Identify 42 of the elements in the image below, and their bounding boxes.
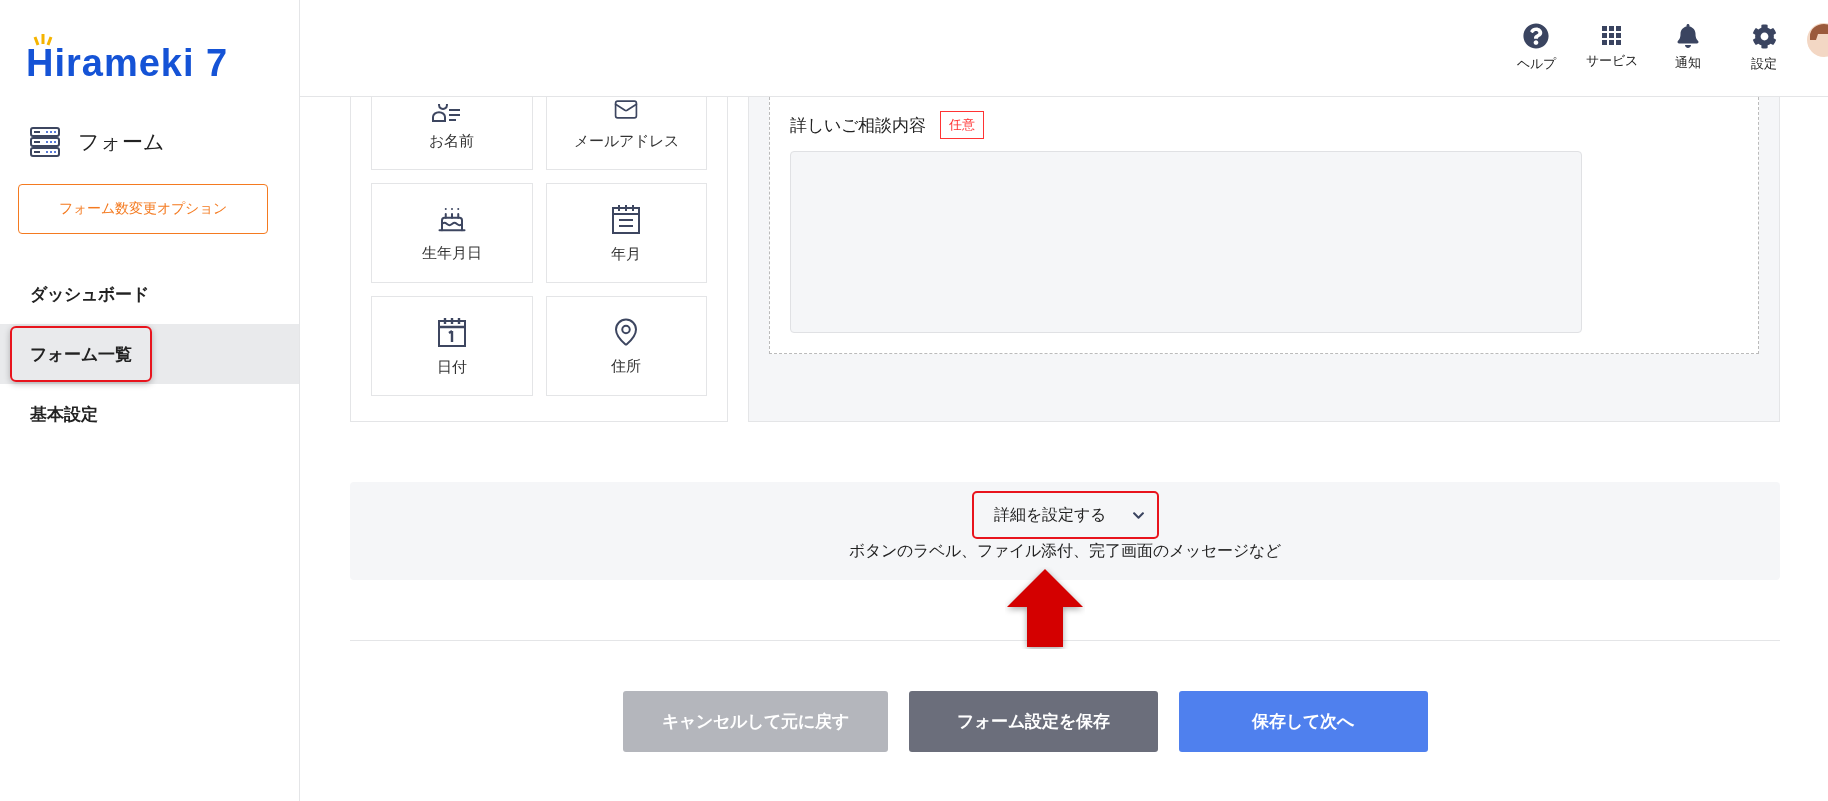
- section-title: フォーム: [78, 129, 165, 156]
- details-hint: ボタンのラベル、ファイル添付、完了画面のメッセージなど: [849, 541, 1281, 562]
- tile-label: 日付: [436, 357, 467, 377]
- textarea-field[interactable]: [790, 151, 1582, 333]
- header-button[interactable]: 設定: [1726, 23, 1802, 73]
- header-button[interactable]: サービス: [1574, 26, 1650, 70]
- header-button[interactable]: ヘルプ: [1498, 23, 1574, 73]
- settings-icon: [1751, 23, 1777, 49]
- header-label: 通知: [1675, 54, 1701, 72]
- tile-label: 住所: [611, 356, 642, 376]
- field-type-tile[interactable]: お名前: [371, 97, 533, 170]
- field-type-tile[interactable]: 住所: [545, 296, 707, 396]
- field-type-tile[interactable]: 年月: [545, 183, 707, 283]
- nav-label: 基本設定: [29, 402, 99, 426]
- header-label: サービス: [1586, 52, 1638, 70]
- field-label: 詳しいご相談内容: [790, 113, 926, 137]
- next-button[interactable]: 保存して次へ: [1178, 691, 1428, 752]
- nav-item[interactable]: 基本設定: [0, 384, 299, 444]
- optional-badge: 任意: [940, 111, 984, 139]
- header-label: 設定: [1751, 54, 1777, 73]
- field-type-tile[interactable]: 日付: [371, 296, 533, 396]
- logo: Hirameki 7: [26, 44, 229, 82]
- calendar-icon: [611, 202, 642, 235]
- nav-label: ダッシュボード: [29, 282, 150, 306]
- tile-label: 生年月日: [421, 243, 482, 263]
- field-type-tile[interactable]: 生年月日: [371, 183, 533, 283]
- bell-icon: [1676, 24, 1700, 48]
- nav-item[interactable]: フォーム一覧: [0, 324, 299, 384]
- save-button[interactable]: フォーム設定を保存: [908, 691, 1158, 752]
- nav-item[interactable]: ダッシュボード: [0, 264, 299, 324]
- server-icon: [30, 127, 60, 157]
- header-label: ヘルプ: [1516, 55, 1556, 73]
- tile-label: 年月: [611, 244, 642, 264]
- header-button[interactable]: 通知: [1650, 24, 1726, 72]
- field-type-tile[interactable]: メールアドレス: [545, 97, 707, 170]
- calendar-icon: [436, 315, 467, 348]
- details-toggle[interactable]: 詳細を設定する: [971, 491, 1159, 539]
- grid-icon: [1602, 26, 1622, 46]
- tile-label: メールアドレス: [573, 132, 679, 151]
- highlight-frame: フォーム一覧: [10, 326, 152, 382]
- help-icon: [1523, 23, 1549, 49]
- tile-label: お名前: [429, 132, 475, 151]
